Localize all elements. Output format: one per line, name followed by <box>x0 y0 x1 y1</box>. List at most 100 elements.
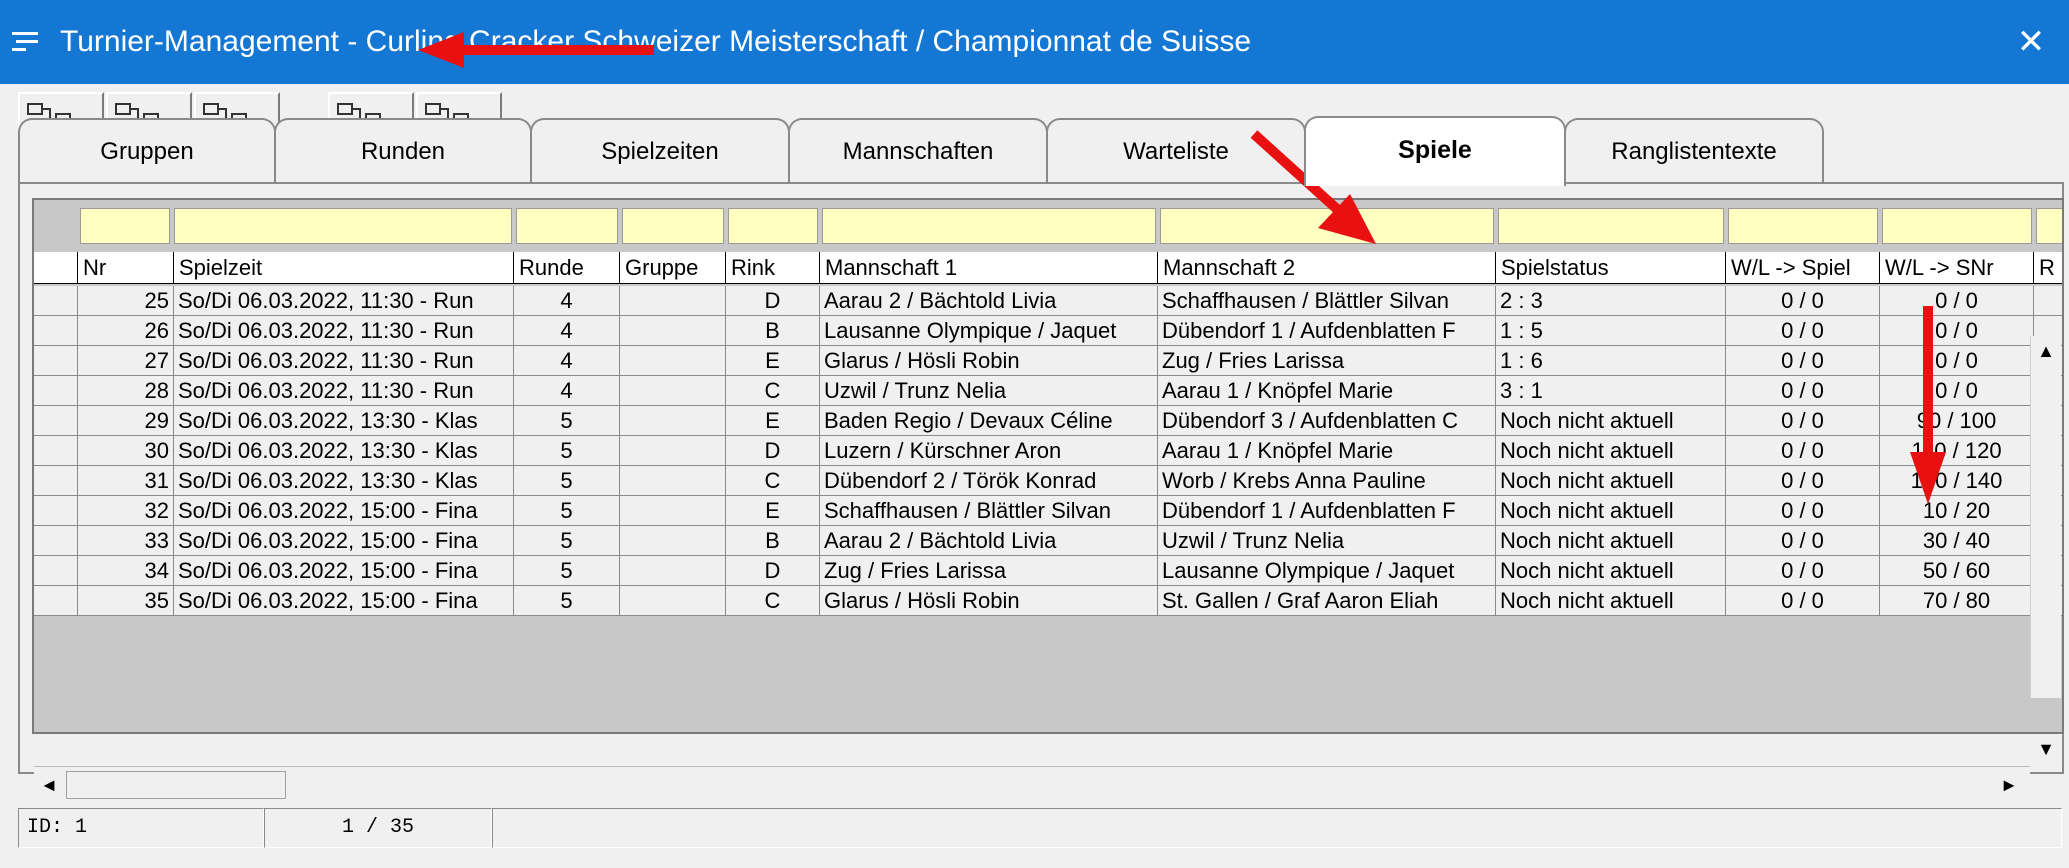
cell-mannschaft-2[interactable]: Zug / Fries Larissa <box>1158 346 1496 376</box>
scroll-up-icon[interactable]: ▲ <box>2031 336 2061 366</box>
cell-wl-spiel[interactable]: 0 / 0 <box>1726 556 1880 586</box>
cell-spielzeit[interactable]: So/Di 06.03.2022, 11:30 - Run <box>174 346 514 376</box>
cell-runde[interactable]: 5 <box>514 526 620 556</box>
cell-mannschaft-2[interactable]: Lausanne Olympique / Jaquet <box>1158 556 1496 586</box>
column-header-r[interactable]: R <box>2034 252 2062 284</box>
cell-spielstatus[interactable]: 1 : 5 <box>1496 316 1726 346</box>
cell-rink[interactable]: E <box>726 346 820 376</box>
cell-wl-spiel[interactable]: 0 / 0 <box>1726 316 1880 346</box>
cell-wl-snr[interactable]: 0 / 0 <box>1880 376 2034 406</box>
cell-runde[interactable]: 5 <box>514 556 620 586</box>
cell-nr[interactable]: 30 <box>78 436 174 466</box>
cell-mannschaft-1[interactable]: Aarau 2 / Bächtold Livia <box>820 286 1158 316</box>
column-header-mannschaft-2[interactable]: Mannschaft 2 <box>1158 252 1496 284</box>
cell-nr[interactable]: 26 <box>78 316 174 346</box>
cell-spielstatus[interactable]: Noch nicht aktuell <box>1496 406 1726 436</box>
cell-r[interactable] <box>2034 286 2062 316</box>
cell-nr[interactable]: 31 <box>78 466 174 496</box>
cell-spielzeit[interactable]: So/Di 06.03.2022, 15:00 - Fina <box>174 496 514 526</box>
row-indicator[interactable] <box>34 526 78 556</box>
scroll-right-icon[interactable]: ► <box>1994 770 2024 800</box>
cell-mannschaft-2[interactable]: Aarau 1 / Knöpfel Marie <box>1158 376 1496 406</box>
cell-wl-spiel[interactable]: 0 / 0 <box>1726 406 1880 436</box>
cell-gruppe[interactable] <box>620 286 726 316</box>
table-row[interactable]: 29 So/Di 06.03.2022, 13:30 - Klas 5 E Baden … <box>34 406 2062 436</box>
cell-wl-snr[interactable]: 50 / 60 <box>1880 556 2034 586</box>
cell-spielzeit[interactable]: So/Di 06.03.2022, 15:00 - Fina <box>174 556 514 586</box>
cell-mannschaft-2[interactable]: Dübendorf 3 / Aufdenblatten C <box>1158 406 1496 436</box>
cell-gruppe[interactable] <box>620 556 726 586</box>
cell-runde[interactable]: 4 <box>514 376 620 406</box>
row-indicator[interactable] <box>34 286 78 316</box>
table-row[interactable]: 32 So/Di 06.03.2022, 15:00 - Fina 5 E Schaff… <box>34 496 2062 526</box>
cell-wl-spiel[interactable]: 0 / 0 <box>1726 496 1880 526</box>
games-grid[interactable]: Nr Spielzeit Runde Gruppe Rink Mannschaf… <box>32 198 2064 734</box>
cell-mannschaft-2[interactable]: Worb / Krebs Anna Pauline <box>1158 466 1496 496</box>
filter-wl-snr[interactable] <box>1882 208 2032 244</box>
filter-runde[interactable] <box>516 208 618 244</box>
column-header-wl-spiel[interactable]: W/L -> Spiel <box>1726 252 1880 284</box>
cell-runde[interactable]: 5 <box>514 496 620 526</box>
cell-wl-snr[interactable]: 90 / 100 <box>1880 406 2034 436</box>
cell-gruppe[interactable] <box>620 466 726 496</box>
cell-spielstatus[interactable]: 2 : 3 <box>1496 286 1726 316</box>
cell-rink[interactable]: D <box>726 436 820 466</box>
cell-nr[interactable]: 25 <box>78 286 174 316</box>
row-indicator[interactable] <box>34 316 78 346</box>
cell-gruppe[interactable] <box>620 586 726 616</box>
cell-spielstatus[interactable]: 1 : 6 <box>1496 346 1726 376</box>
tab-gruppen[interactable]: Gruppen <box>18 118 276 184</box>
cell-mannschaft-1[interactable]: Uzwil / Trunz Nelia <box>820 376 1158 406</box>
cell-nr[interactable]: 27 <box>78 346 174 376</box>
cell-spielstatus[interactable]: Noch nicht aktuell <box>1496 436 1726 466</box>
cell-spielstatus[interactable]: Noch nicht aktuell <box>1496 526 1726 556</box>
cell-rink[interactable]: B <box>726 526 820 556</box>
cell-wl-snr[interactable]: 30 / 40 <box>1880 526 2034 556</box>
table-row[interactable]: 31 So/Di 06.03.2022, 13:30 - Klas 5 C Dübend… <box>34 466 2062 496</box>
cell-runde[interactable]: 5 <box>514 436 620 466</box>
cell-wl-spiel[interactable]: 0 / 0 <box>1726 526 1880 556</box>
horizontal-scrollbar[interactable]: ◄ ► <box>34 766 2030 803</box>
tab-runden[interactable]: Runden <box>274 118 532 184</box>
cell-mannschaft-1[interactable]: Lausanne Olympique / Jaquet <box>820 316 1158 346</box>
cell-runde[interactable]: 5 <box>514 466 620 496</box>
cell-wl-spiel[interactable]: 0 / 0 <box>1726 346 1880 376</box>
column-header-wl-snr[interactable]: W/L -> SNr <box>1880 252 2034 284</box>
cell-rink[interactable]: B <box>726 316 820 346</box>
filter-wl-spiel[interactable] <box>1728 208 1878 244</box>
cell-wl-snr[interactable]: 130 / 140 <box>1880 466 2034 496</box>
cell-rink[interactable]: C <box>726 586 820 616</box>
cell-mannschaft-1[interactable]: Aarau 2 / Bächtold Livia <box>820 526 1158 556</box>
cell-nr[interactable]: 32 <box>78 496 174 526</box>
row-indicator[interactable] <box>34 466 78 496</box>
cell-wl-snr[interactable]: 0 / 0 <box>1880 346 2034 376</box>
cell-spielzeit[interactable]: So/Di 06.03.2022, 11:30 - Run <box>174 376 514 406</box>
cell-mannschaft-2[interactable]: Uzwil / Trunz Nelia <box>1158 526 1496 556</box>
cell-rink[interactable]: D <box>726 556 820 586</box>
cell-wl-spiel[interactable]: 0 / 0 <box>1726 436 1880 466</box>
cell-mannschaft-1[interactable]: Baden Regio / Devaux Céline <box>820 406 1158 436</box>
table-row[interactable]: 30 So/Di 06.03.2022, 13:30 - Klas 5 D Luzern… <box>34 436 2062 466</box>
filter-r[interactable] <box>2036 208 2062 244</box>
table-row[interactable]: 33 So/Di 06.03.2022, 15:00 - Fina 5 B Aarau … <box>34 526 2062 556</box>
cell-wl-snr[interactable]: 0 / 0 <box>1880 286 2034 316</box>
cell-gruppe[interactable] <box>620 376 726 406</box>
scroll-down-icon[interactable]: ▼ <box>2031 734 2061 764</box>
tab-spielzeiten[interactable]: Spielzeiten <box>530 118 790 184</box>
cell-runde[interactable]: 4 <box>514 316 620 346</box>
cell-wl-spiel[interactable]: 0 / 0 <box>1726 466 1880 496</box>
cell-spielstatus[interactable]: Noch nicht aktuell <box>1496 586 1726 616</box>
cell-nr[interactable]: 29 <box>78 406 174 436</box>
cell-spielzeit[interactable]: So/Di 06.03.2022, 11:30 - Run <box>174 316 514 346</box>
row-indicator[interactable] <box>34 556 78 586</box>
row-indicator[interactable] <box>34 496 78 526</box>
cell-mannschaft-1[interactable]: Luzern / Kürschner Aron <box>820 436 1158 466</box>
tab-spiele[interactable]: Spiele <box>1304 116 1566 186</box>
scroll-left-icon[interactable]: ◄ <box>34 770 64 800</box>
cell-wl-spiel[interactable]: 0 / 0 <box>1726 286 1880 316</box>
cell-rink[interactable]: C <box>726 466 820 496</box>
cell-gruppe[interactable] <box>620 526 726 556</box>
cell-spielzeit[interactable]: So/Di 06.03.2022, 15:00 - Fina <box>174 586 514 616</box>
tab-ranglistentexte[interactable]: Ranglistentexte <box>1564 118 1824 184</box>
table-row[interactable]: 34 So/Di 06.03.2022, 15:00 - Fina 5 D Zug / … <box>34 556 2062 586</box>
